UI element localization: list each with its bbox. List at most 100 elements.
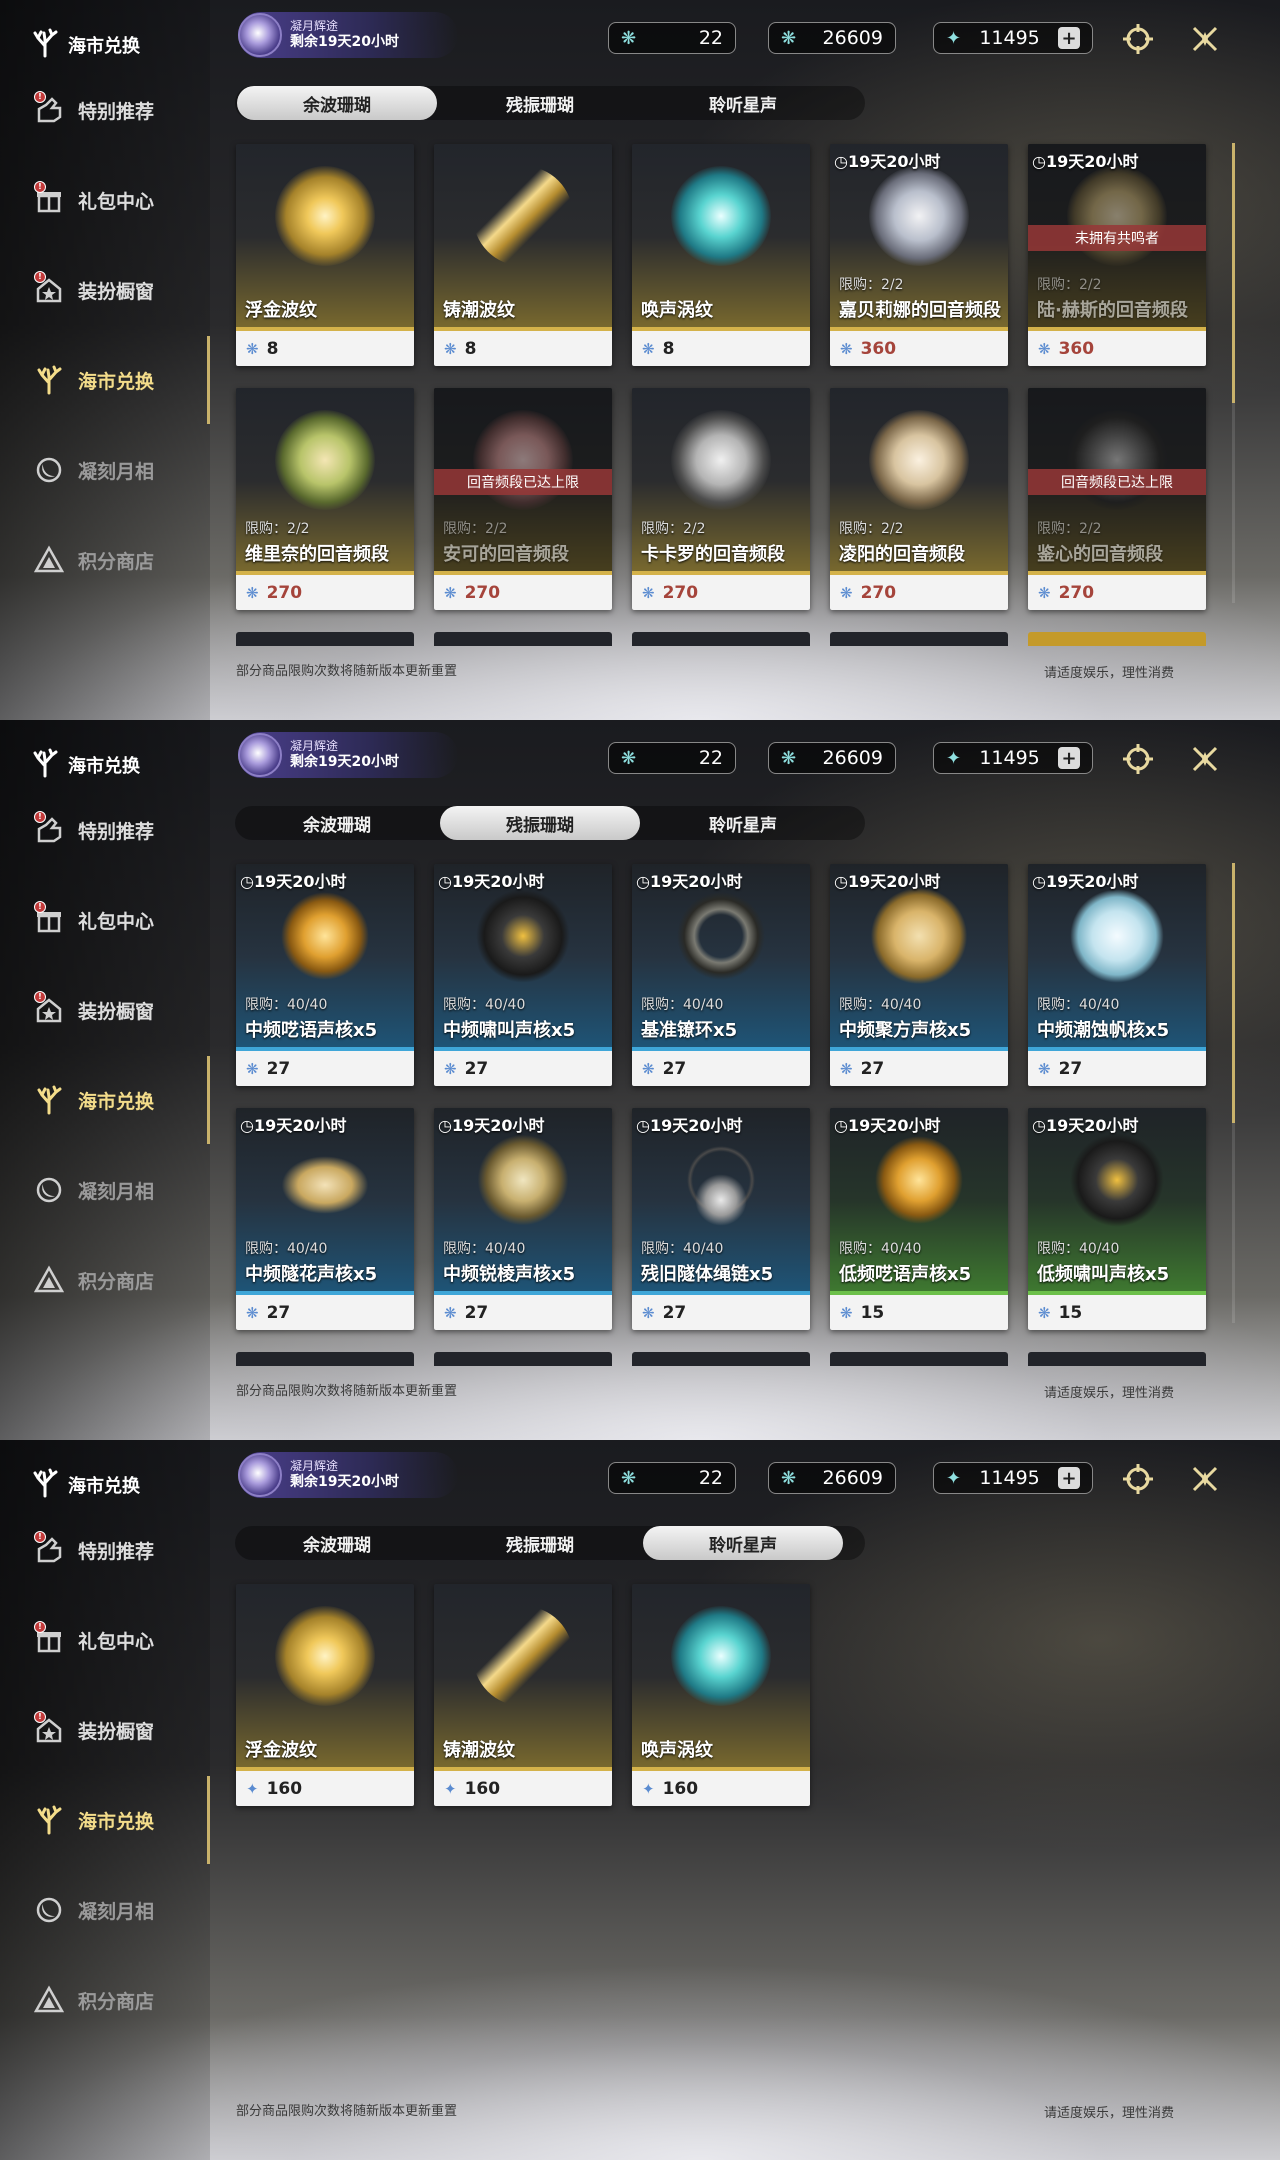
shop-item-card[interactable]: 回音频段已达上限 限购：2/2 安可的回音频段 ❋ 270 <box>434 388 612 610</box>
shop-item-card[interactable]: ◷19天20小时 限购：40/40 中频呓语声核x5 ❋ 27 <box>236 864 414 1086</box>
price-bar: ❋ 360 <box>830 331 1008 366</box>
tab-2[interactable]: 聆听星声 <box>643 1526 843 1560</box>
shop-item-card[interactable]: ◷19天20小时 限购：40/40 残旧隧体绳链x5 ❋ 27 <box>632 1108 810 1330</box>
close-icon[interactable] <box>1186 740 1224 778</box>
item-name: 低频啸叫声核x5 <box>1037 1264 1170 1285</box>
item-price: 27 <box>860 1058 885 1079</box>
shop-panel-2: 海市兑换! 特别推荐! 礼包中心! 装扮橱窗 海市兑换 凝刻月相 积分商店 凝月辉途 剩余19天… <box>0 720 1280 1440</box>
close-icon[interactable] <box>1186 20 1224 58</box>
target-icon[interactable] <box>1119 20 1157 58</box>
shop-item-card[interactable]: ◷19天20小时 限购：2/2 嘉贝莉娜的回音频段 ❋ 360 <box>830 144 1008 366</box>
add-currency-button[interactable]: + <box>1057 1467 1080 1489</box>
shop-item-card[interactable]: ◷19天20小时 限购：40/40 中频锐棱声核x5 ❋ 27 <box>434 1108 612 1330</box>
shop-item-card[interactable]: 限购：2/2 凌阳的回音频段 ❋ 270 <box>830 388 1008 610</box>
event-banner[interactable]: 凝月辉途 剩余19天20小时 <box>238 12 458 58</box>
shop-item-card[interactable]: ◷19天20小时 限购：40/40 中频潮蚀帆核x5 ❋ 27 <box>1028 864 1206 1086</box>
tab-2[interactable]: 聆听星声 <box>643 806 843 840</box>
sidebar-item-2[interactable]: ! 装扮橱窗 <box>30 982 205 1038</box>
purchase-limit: 限购：40/40 <box>1037 997 1120 1013</box>
shop-item-card[interactable]: 唤声涡纹 ❋ 8 <box>632 144 810 366</box>
sidebar-item-3[interactable]: 海市兑换 <box>30 1072 205 1128</box>
notification-badge: ! <box>34 901 46 913</box>
event-banner[interactable]: 凝月辉途 剩余19天20小时 <box>238 732 458 778</box>
timer-text: 19天20小时 <box>451 872 545 891</box>
target-icon[interactable] <box>1119 1460 1157 1498</box>
gift-box-icon: ! <box>30 181 68 219</box>
sidebar-item-2[interactable]: ! 装扮橱窗 <box>30 262 205 318</box>
shop-item-card[interactable]: 铸潮波纹 ✦ 160 <box>434 1584 612 1806</box>
timer-text: 19天20小时 <box>451 1116 545 1135</box>
currency-value: 22 <box>698 27 723 49</box>
sidebar-item-4[interactable]: 凝刻月相 <box>30 1882 205 1938</box>
currency-1: ❋ 26609 <box>768 1462 896 1494</box>
sidebar-item-3[interactable]: 海市兑换 <box>30 352 205 408</box>
tab-0[interactable]: 余波珊瑚 <box>237 1526 437 1560</box>
shop-item-card[interactable]: ◷19天20小时 限购：40/40 基准镣环x5 ❋ 27 <box>632 864 810 1086</box>
item-price: 160 <box>266 1778 303 1799</box>
close-icon[interactable] <box>1186 1460 1224 1498</box>
sidebar-item-3[interactable]: 海市兑换 <box>30 1792 205 1848</box>
shop-item-card[interactable]: ◷19天20小时 限购：40/40 中频聚方声核x5 ❋ 27 <box>830 864 1008 1086</box>
coral-currency-icon: ❋ <box>642 1059 655 1078</box>
top-bar: 凝月辉途 剩余19天20小时 ❋ 22 ❋ 26609 ✦ 11495 + <box>238 12 1268 62</box>
currency-value: 26609 <box>822 27 883 49</box>
shop-item-card[interactable]: 铸潮波纹 ❋ 8 <box>434 144 612 366</box>
shop-item-card[interactable]: 浮金波纹 ❋ 8 <box>236 144 414 366</box>
sidebar-item-2[interactable]: ! 装扮橱窗 <box>30 1702 205 1758</box>
points-triangle-icon <box>30 1261 68 1299</box>
tab-1[interactable]: 残振珊瑚 <box>440 86 640 120</box>
sidebar-item-4[interactable]: 凝刻月相 <box>30 442 205 498</box>
shop-item-card[interactable]: 浮金波纹 ✦ 160 <box>236 1584 414 1806</box>
sidebar-item-5[interactable]: 积分商店 <box>30 1972 205 2028</box>
sidebar-item-label: 凝刻月相 <box>78 460 155 483</box>
shop-item-card[interactable]: ◷19天20小时 未拥有共鸣者 限购：2/2 陆·赫斯的回音频段 ❋ 360 <box>1028 144 1206 366</box>
sidebar-item-label: 装扮橱窗 <box>78 280 155 303</box>
item-price: 15 <box>1058 1302 1083 1323</box>
event-name: 凝月辉途 <box>290 1459 339 1473</box>
shop-item-card[interactable]: ◷19天20小时 限购：40/40 中频啸叫声核x5 ❋ 27 <box>434 864 612 1086</box>
tab-0[interactable]: 余波珊瑚 <box>237 806 437 840</box>
coral-currency-icon: ❋ <box>444 1059 457 1078</box>
sidebar-item-label: 装扮橱窗 <box>78 1720 155 1743</box>
add-currency-button[interactable]: + <box>1057 27 1080 49</box>
shop-item-card[interactable]: ◷19天20小时 限购：40/40 低频呓语声核x5 ❋ 15 <box>830 1108 1008 1330</box>
tab-1[interactable]: 残振珊瑚 <box>440 806 640 840</box>
sidebar-item-1[interactable]: ! 礼包中心 <box>30 1612 205 1668</box>
sidebar-item-5[interactable]: 积分商店 <box>30 532 205 588</box>
tab-1[interactable]: 残振珊瑚 <box>440 1526 640 1560</box>
target-icon[interactable] <box>1119 740 1157 778</box>
shop-item-card[interactable]: 限购：2/2 卡卡罗的回音频段 ❋ 270 <box>632 388 810 610</box>
currency-value: 11495 <box>979 1467 1040 1489</box>
shop-item-card[interactable]: 限购：2/2 维里奈的回音频段 ❋ 270 <box>236 388 414 610</box>
top-bar: 凝月辉途 剩余19天20小时 ❋ 22 ❋ 26609 ✦ 11495 + <box>238 732 1268 782</box>
shop-item-card[interactable]: 回音频段已达上限 限购：2/2 鉴心的回音频段 ❋ 270 <box>1028 388 1206 610</box>
sidebar-item-0[interactable]: ! 特别推荐 <box>30 82 205 138</box>
tab-2[interactable]: 聆听星声 <box>643 86 843 120</box>
purchase-limit: 限购：40/40 <box>443 997 526 1013</box>
shop-item-card[interactable]: ◷19天20小时 限购：40/40 低频啸叫声核x5 ❋ 15 <box>1028 1108 1206 1330</box>
tab-0[interactable]: 余波珊瑚 <box>237 86 437 120</box>
sidebar-item-1[interactable]: ! 礼包中心 <box>30 892 205 948</box>
sidebar-item-0[interactable]: ! 特别推荐 <box>30 1522 205 1578</box>
sidebar-item-label: 礼包中心 <box>78 190 155 213</box>
sidebar-item-label: 凝刻月相 <box>78 1900 155 1923</box>
shop-item-card[interactable]: 唤声涡纹 ✦ 160 <box>632 1584 810 1806</box>
add-currency-button[interactable]: + <box>1057 747 1080 769</box>
scrollbar-thumb[interactable] <box>1232 143 1235 403</box>
price-bar: ❋ 15 <box>830 1295 1008 1330</box>
sidebar-item-1[interactable]: ! 礼包中心 <box>30 172 205 228</box>
item-name: 铸潮波纹 <box>443 300 515 321</box>
sidebar-item-4[interactable]: 凝刻月相 <box>30 1162 205 1218</box>
scrollbar-thumb[interactable] <box>1232 863 1235 1123</box>
event-banner[interactable]: 凝月辉途 剩余19天20小时 <box>238 1452 458 1498</box>
portrait-pink-image <box>473 410 573 510</box>
sidebar-item-0[interactable]: ! 特别推荐 <box>30 802 205 858</box>
shop-item-card[interactable]: ◷19天20小时 限购：40/40 中频隧花声核x5 ❋ 27 <box>236 1108 414 1330</box>
currency-value: 11495 <box>979 747 1040 769</box>
item-price: 27 <box>662 1058 687 1079</box>
sidebar-item-label: 积分商店 <box>78 1990 155 2013</box>
sidebar-item-5[interactable]: 积分商店 <box>30 1252 205 1308</box>
necklace-image <box>671 1130 771 1230</box>
item-name: 残旧隧体绳链x5 <box>641 1264 774 1285</box>
star-sound-icon: ✦ <box>946 747 962 769</box>
